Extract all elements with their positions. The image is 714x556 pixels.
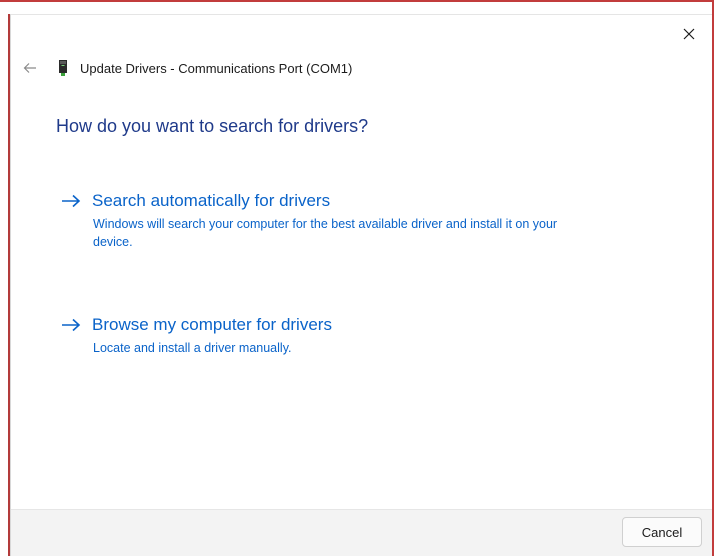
update-drivers-dialog: Update Drivers - Communications Port (CO… — [10, 14, 712, 556]
dialog-footer: Cancel — [11, 509, 712, 556]
back-arrow-icon — [23, 63, 36, 73]
device-icon — [59, 60, 67, 76]
page-heading: How do you want to search for drivers? — [56, 116, 369, 136]
search-automatically-option[interactable]: Search automatically for drivers Windows… — [61, 191, 583, 251]
option-header: Search automatically for drivers — [61, 191, 583, 211]
option-title: Search automatically for drivers — [92, 191, 331, 210]
dialog-title: Update Drivers - Communications Port (CO… — [80, 60, 353, 76]
background-window-edge-top — [0, 0, 714, 2]
screen: Update Drivers - Communications Port (CO… — [0, 0, 714, 556]
back-button[interactable] — [19, 57, 41, 79]
arrow-right-icon — [62, 194, 81, 208]
dialog-title-row: Update Drivers - Communications Port (CO… — [57, 57, 352, 79]
option-description: Locate and install a driver manually. — [93, 341, 292, 355]
close-icon — [683, 28, 695, 40]
close-button[interactable] — [674, 19, 704, 49]
option-header: Browse my computer for drivers — [61, 315, 583, 335]
option-title: Browse my computer for drivers — [92, 315, 332, 334]
arrow-right-icon — [62, 318, 81, 332]
option-description: Windows will search your computer for th… — [93, 217, 558, 249]
cancel-button[interactable]: Cancel — [622, 517, 702, 547]
browse-computer-option[interactable]: Browse my computer for drivers Locate an… — [61, 315, 583, 357]
